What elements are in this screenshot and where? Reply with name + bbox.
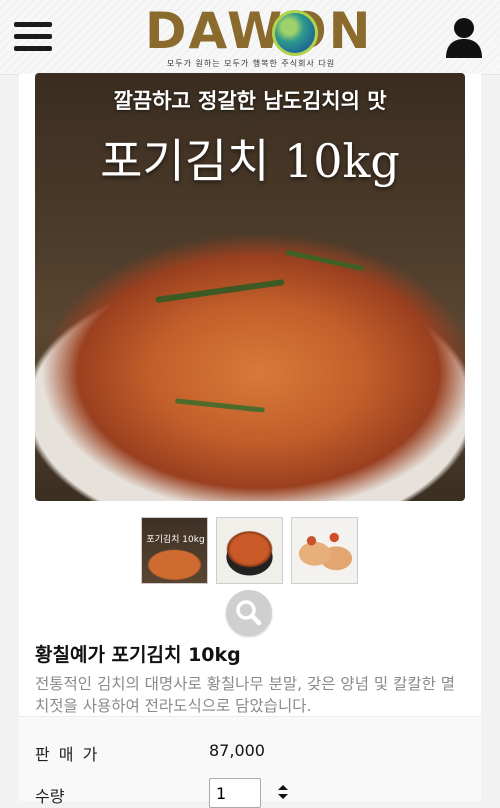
price-value: 87,000	[209, 741, 265, 760]
logo-wordmark: DAWON	[145, 2, 373, 60]
chevron-up-icon	[278, 785, 288, 790]
thumbnail-label: 포기김치 10kg	[146, 535, 205, 545]
user-profile-icon[interactable]	[444, 16, 484, 58]
quantity-label: 수량	[35, 787, 65, 806]
image-detail	[155, 278, 285, 304]
zoom-button[interactable]	[226, 590, 272, 636]
logo-tagline: 모두가 원하는 모두가 행복한 주식회사 다원	[166, 59, 336, 68]
menu-bar	[14, 22, 52, 27]
price-label: 판 매 가	[35, 745, 100, 764]
image-detail	[285, 249, 365, 272]
image-subtitle: 깔끔하고 정갈한 남도김치의 맛	[113, 89, 387, 113]
menu-bar	[14, 34, 52, 39]
logo-globe-icon	[272, 10, 318, 56]
magnifier-icon	[236, 600, 262, 626]
menu-bar	[14, 46, 52, 51]
thumbnail-3[interactable]	[291, 517, 358, 584]
app-header: DAWON 모두가 원하는 모두가 행복한 주식회사 다원	[0, 0, 500, 75]
quantity-stepper[interactable]	[276, 784, 290, 800]
product-description: 전통적인 김치의 대명사로 황칠나무 분말, 갖은 양념 및 칼칼한 멸치젓을 …	[35, 675, 456, 715]
image-title: 포기김치 10kg	[100, 134, 400, 188]
product-main-image[interactable]: 깔끔하고 정갈한 남도김치의 맛 포기김치 10kg	[35, 73, 465, 501]
thumbnail-2[interactable]	[216, 517, 283, 584]
quantity-input[interactable]	[209, 778, 261, 808]
thumbnail-strip: 포기김치 10kg	[141, 517, 361, 584]
product-name: 황칠예가 포기김치 10kg	[35, 644, 241, 666]
chevron-down-icon	[278, 794, 288, 799]
thumbnail-1[interactable]: 포기김치 10kg	[141, 517, 208, 584]
hamburger-menu-icon[interactable]	[14, 22, 52, 52]
image-detail	[174, 398, 266, 413]
dawon-logo[interactable]: DAWON 모두가 원하는 모두가 행복한 주식회사 다원	[145, 2, 373, 70]
